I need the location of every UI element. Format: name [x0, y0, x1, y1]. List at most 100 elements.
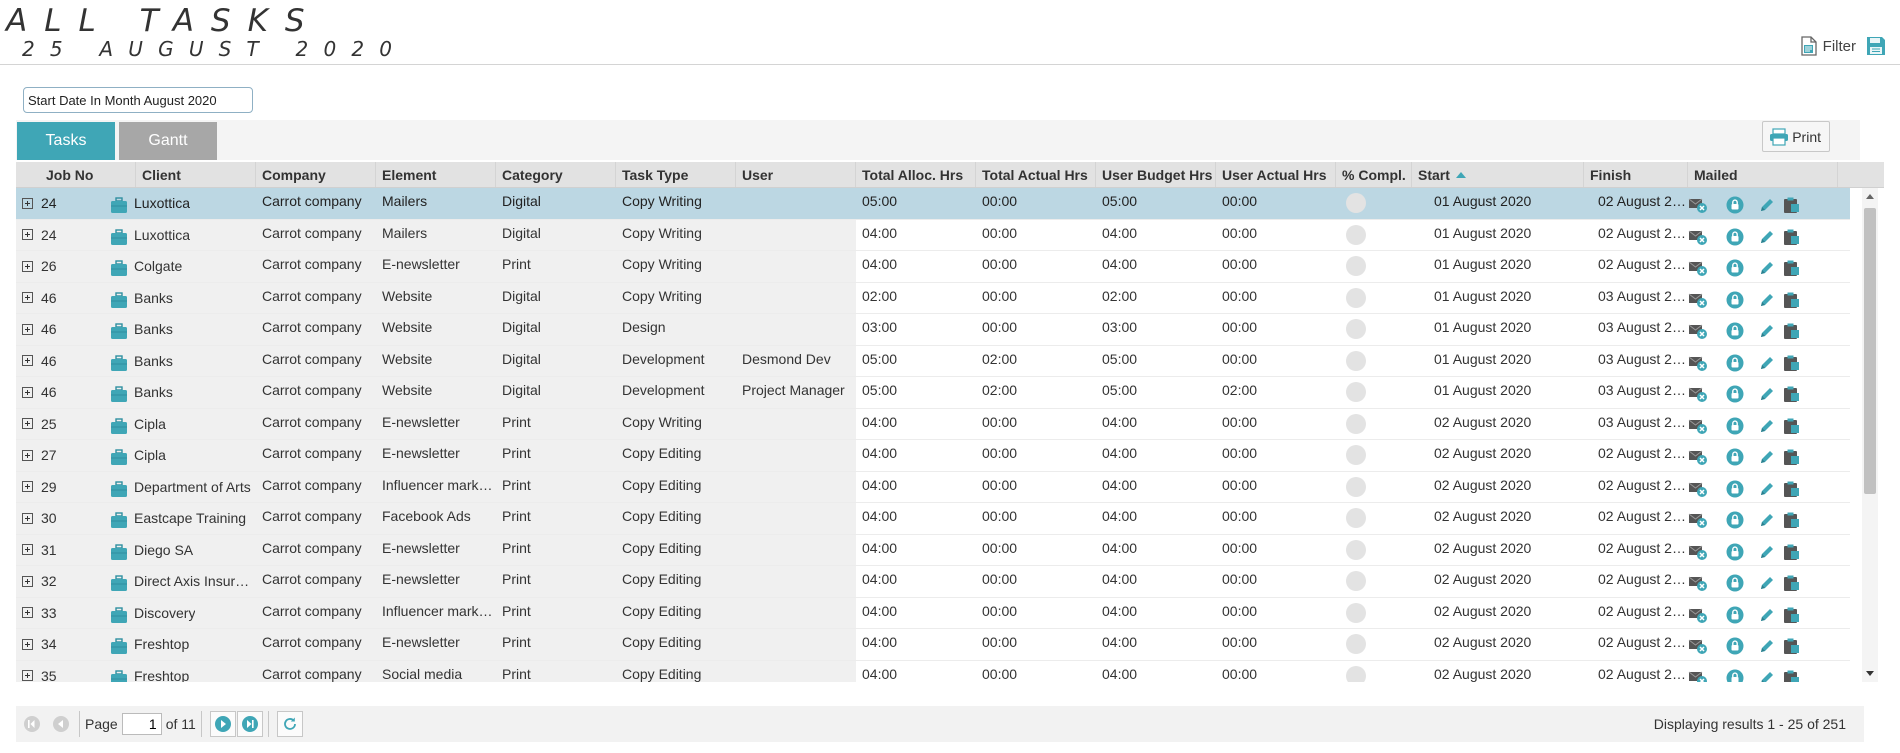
pencil-icon[interactable] [1758, 354, 1776, 372]
mail-cancel-icon[interactable] [1688, 417, 1708, 435]
lock-icon[interactable] [1726, 511, 1744, 529]
mail-cancel-icon[interactable] [1688, 637, 1708, 655]
briefcase-icon[interactable] [110, 354, 128, 372]
lock-icon[interactable] [1726, 354, 1744, 372]
lock-icon[interactable] [1726, 228, 1744, 246]
pencil-icon[interactable] [1758, 291, 1776, 309]
expand-row-icon[interactable] [22, 670, 33, 682]
col-header-total-alloc-hrs[interactable]: Total Alloc. Hrs [856, 162, 976, 187]
briefcase-icon[interactable] [110, 196, 128, 214]
clipboard-icon[interactable] [1782, 196, 1800, 214]
expand-row-icon[interactable] [22, 481, 33, 493]
col-header-element[interactable]: Element [376, 162, 496, 187]
mail-cancel-icon[interactable] [1688, 448, 1708, 466]
table-row[interactable]: 29 Department of Arts Carrot company Influe… [16, 471, 1850, 503]
briefcase-icon[interactable] [110, 417, 128, 435]
briefcase-icon[interactable] [110, 259, 128, 277]
table-row[interactable]: 35 Freshtop Carrot company Social media Prin… [16, 660, 1850, 682]
table-row[interactable]: 26 Colgate Carrot company E-newsletter Print… [16, 251, 1850, 283]
expand-row-icon[interactable] [22, 386, 33, 398]
table-row[interactable]: 25 Cipla Carrot company E-newsletter Print Co… [16, 408, 1850, 440]
expand-row-icon[interactable] [22, 292, 33, 304]
table-row[interactable]: 31 Diego SA Carrot company E-newsletter Prin… [16, 534, 1850, 566]
expand-row-icon[interactable] [22, 449, 33, 461]
pencil-icon[interactable] [1758, 480, 1776, 498]
col-header-percent-complete[interactable]: % Compl. [1336, 162, 1412, 187]
table-row[interactable]: 46 Banks Carrot company Website Digital Devel… [16, 377, 1850, 409]
briefcase-icon[interactable] [110, 543, 128, 561]
clipboard-icon[interactable] [1782, 574, 1800, 592]
col-header-task-type[interactable]: Task Type [616, 162, 736, 187]
table-row[interactable]: 24 Luxottica Carrot company Mailers Digital C… [16, 188, 1850, 220]
clipboard-icon[interactable] [1782, 637, 1800, 655]
clipboard-icon[interactable] [1782, 448, 1800, 466]
tab-tasks[interactable]: Tasks [17, 122, 115, 160]
vertical-scrollbar[interactable] [1862, 188, 1878, 682]
mail-cancel-icon[interactable] [1688, 228, 1708, 246]
pencil-icon[interactable] [1758, 543, 1776, 561]
clipboard-icon[interactable] [1782, 606, 1800, 624]
task-filter-input[interactable] [23, 87, 253, 113]
lock-icon[interactable] [1726, 259, 1744, 277]
expand-row-icon[interactable] [22, 418, 33, 430]
lock-icon[interactable] [1726, 606, 1744, 624]
page-number-input[interactable] [121, 713, 162, 735]
mail-cancel-icon[interactable] [1688, 669, 1708, 682]
expand-row-icon[interactable] [22, 355, 33, 367]
briefcase-icon[interactable] [110, 574, 128, 592]
briefcase-icon[interactable] [110, 480, 128, 498]
clipboard-icon[interactable] [1782, 669, 1800, 682]
clipboard-icon[interactable] [1782, 543, 1800, 561]
table-row[interactable]: 46 Banks Carrot company Website Digital Desig… [16, 314, 1850, 346]
lock-icon[interactable] [1726, 417, 1744, 435]
expand-row-icon[interactable] [22, 229, 33, 241]
col-header-mailed[interactable]: Mailed [1688, 162, 1838, 187]
tab-gantt[interactable]: Gantt [119, 122, 217, 160]
pencil-icon[interactable] [1758, 228, 1776, 246]
print-button[interactable]: Print [1762, 121, 1830, 152]
table-row[interactable]: 24 Luxottica Carrot company Mailers Digital C… [16, 219, 1850, 251]
pencil-icon[interactable] [1758, 637, 1776, 655]
briefcase-icon[interactable] [110, 669, 128, 682]
table-row[interactable]: 46 Banks Carrot company Website Digital Copy … [16, 282, 1850, 314]
pencil-icon[interactable] [1758, 196, 1776, 214]
pencil-icon[interactable] [1758, 574, 1776, 592]
briefcase-icon[interactable] [110, 637, 128, 655]
expand-row-icon[interactable] [22, 260, 33, 272]
briefcase-icon[interactable] [110, 606, 128, 624]
lock-icon[interactable] [1726, 669, 1744, 682]
mail-cancel-icon[interactable] [1688, 606, 1708, 624]
col-header-start[interactable]: Start [1412, 162, 1584, 187]
table-row[interactable]: 34 Freshtop Carrot company E-newsletter Prin… [16, 629, 1850, 661]
briefcase-icon[interactable] [110, 511, 128, 529]
lock-icon[interactable] [1726, 291, 1744, 309]
col-header-company[interactable]: Company [256, 162, 376, 187]
briefcase-icon[interactable] [110, 291, 128, 309]
mail-cancel-icon[interactable] [1688, 259, 1708, 277]
expand-row-icon[interactable] [22, 323, 33, 335]
lock-icon[interactable] [1726, 637, 1744, 655]
clipboard-icon[interactable] [1782, 480, 1800, 498]
clipboard-icon[interactable] [1782, 322, 1800, 340]
clipboard-icon[interactable] [1782, 291, 1800, 309]
refresh-button[interactable] [276, 711, 303, 737]
table-row[interactable]: 27 Cipla Carrot company E-newsletter Print Co… [16, 440, 1850, 472]
briefcase-icon[interactable] [110, 228, 128, 246]
pencil-icon[interactable] [1758, 417, 1776, 435]
col-header-user[interactable]: User [736, 162, 856, 187]
prev-page-button[interactable] [48, 711, 74, 737]
clipboard-icon[interactable] [1782, 511, 1800, 529]
clipboard-icon[interactable] [1782, 259, 1800, 277]
clipboard-icon[interactable] [1782, 417, 1800, 435]
mail-cancel-icon[interactable] [1688, 196, 1708, 214]
lock-icon[interactable] [1726, 196, 1744, 214]
col-header-finish[interactable]: Finish [1584, 162, 1688, 187]
briefcase-icon[interactable] [110, 322, 128, 340]
mail-cancel-icon[interactable] [1688, 480, 1708, 498]
pencil-icon[interactable] [1758, 606, 1776, 624]
lock-icon[interactable] [1726, 574, 1744, 592]
lock-icon[interactable] [1726, 543, 1744, 561]
scroll-down-arrow[interactable] [1866, 671, 1874, 676]
col-header-user-budget-hrs[interactable]: User Budget Hrs [1096, 162, 1216, 187]
mail-cancel-icon[interactable] [1688, 354, 1708, 372]
